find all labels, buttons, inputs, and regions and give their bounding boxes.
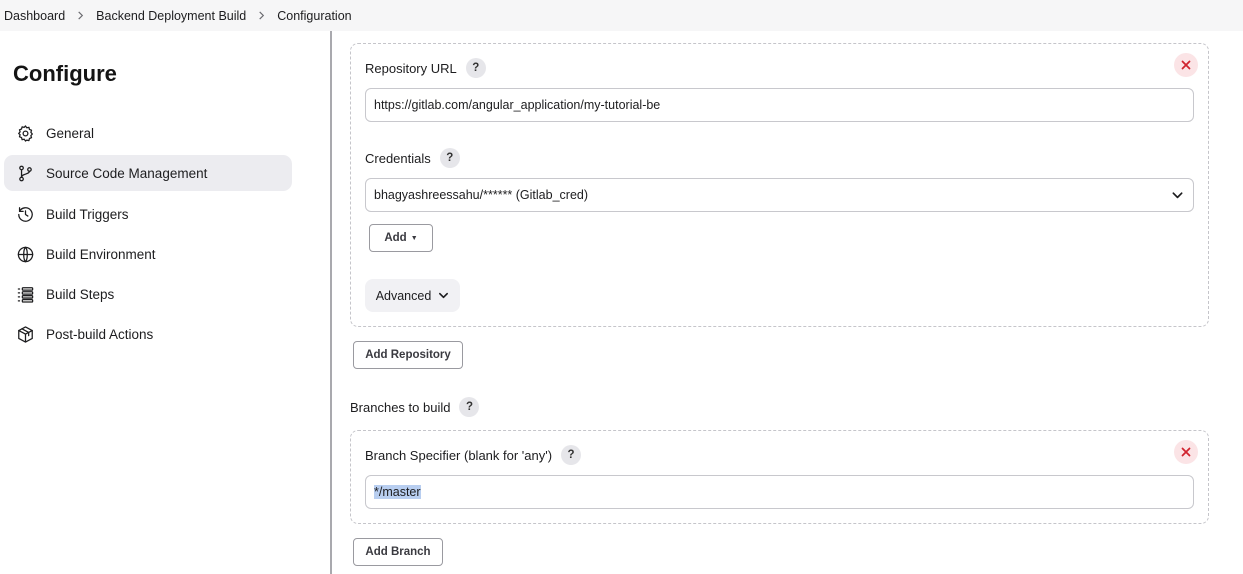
branch-specifier-value: */master xyxy=(374,485,421,499)
repository-url-label: Repository URL ? xyxy=(365,58,486,78)
help-icon[interactable]: ? xyxy=(439,148,460,168)
chevron-down-icon xyxy=(1171,189,1184,202)
sidebar-item-post-build-actions[interactable]: Post-build Actions xyxy=(4,316,292,352)
sidebar-item-label: Build Steps xyxy=(46,286,115,302)
close-icon xyxy=(1181,447,1191,457)
repository-panel: Repository URL ? Credentials ? bhagyashr… xyxy=(350,43,1209,327)
gear-icon xyxy=(15,123,35,143)
sidebar: Configure General Source Code Management… xyxy=(0,31,330,574)
credentials-label: Credentials ? xyxy=(365,148,460,168)
globe-icon xyxy=(15,244,35,264)
add-credentials-button[interactable]: Add ▼ xyxy=(369,224,433,252)
sidebar-item-build-environment[interactable]: Build Environment xyxy=(4,236,292,272)
credentials-select[interactable]: bhagyashreessahu/****** (Gitlab_cred) xyxy=(365,178,1194,212)
sidebar-item-source-code-management[interactable]: Source Code Management xyxy=(4,155,292,191)
main-content: Repository URL ? Credentials ? bhagyashr… xyxy=(332,31,1243,574)
page-title: Configure xyxy=(13,61,117,86)
branch-specifier-input[interactable]: */master xyxy=(365,475,1194,509)
sidebar-item-general[interactable]: General xyxy=(4,115,292,151)
remove-repository-button[interactable] xyxy=(1174,53,1198,77)
breadcrumb-dashboard[interactable]: Dashboard xyxy=(4,9,65,23)
sidebar-item-label: Source Code Management xyxy=(46,165,208,181)
help-icon[interactable]: ? xyxy=(459,397,480,417)
breadcrumb-job[interactable]: Backend Deployment Build xyxy=(96,9,246,23)
help-icon[interactable]: ? xyxy=(465,58,486,78)
branch-specifier-label: Branch Specifier (blank for 'any') ? xyxy=(365,445,582,465)
chevron-right-icon xyxy=(257,11,266,20)
chevron-down-icon xyxy=(439,292,449,299)
sidebar-item-label: General xyxy=(46,125,95,141)
sidebar-item-label: Build Environment xyxy=(46,246,156,262)
repository-url-input[interactable] xyxy=(365,88,1194,122)
list-icon xyxy=(15,284,35,304)
breadcrumb-configuration[interactable]: Configuration xyxy=(277,9,351,23)
breadcrumb: Dashboard Backend Deployment Build Confi… xyxy=(0,0,1243,31)
branches-section-label: Branches to build ? xyxy=(350,397,480,417)
package-icon xyxy=(15,324,35,344)
sidebar-item-build-triggers[interactable]: Build Triggers xyxy=(4,196,292,232)
branch-panel: Branch Specifier (blank for 'any') ? */m… xyxy=(350,430,1209,524)
help-icon[interactable]: ? xyxy=(561,445,582,465)
clock-icon xyxy=(15,204,35,224)
add-repository-button[interactable]: Add Repository xyxy=(353,341,463,369)
sidebar-item-label: Post-build Actions xyxy=(46,326,154,342)
chevron-right-icon xyxy=(76,11,85,20)
git-branch-icon xyxy=(15,163,35,183)
add-branch-button[interactable]: Add Branch xyxy=(353,538,443,566)
advanced-button[interactable]: Advanced xyxy=(365,279,460,312)
remove-branch-button[interactable] xyxy=(1174,440,1198,464)
close-icon xyxy=(1181,60,1191,70)
sidebar-item-build-steps[interactable]: Build Steps xyxy=(4,276,292,312)
sidebar-item-label: Build Triggers xyxy=(46,206,129,222)
caret-down-icon: ▼ xyxy=(410,234,418,242)
